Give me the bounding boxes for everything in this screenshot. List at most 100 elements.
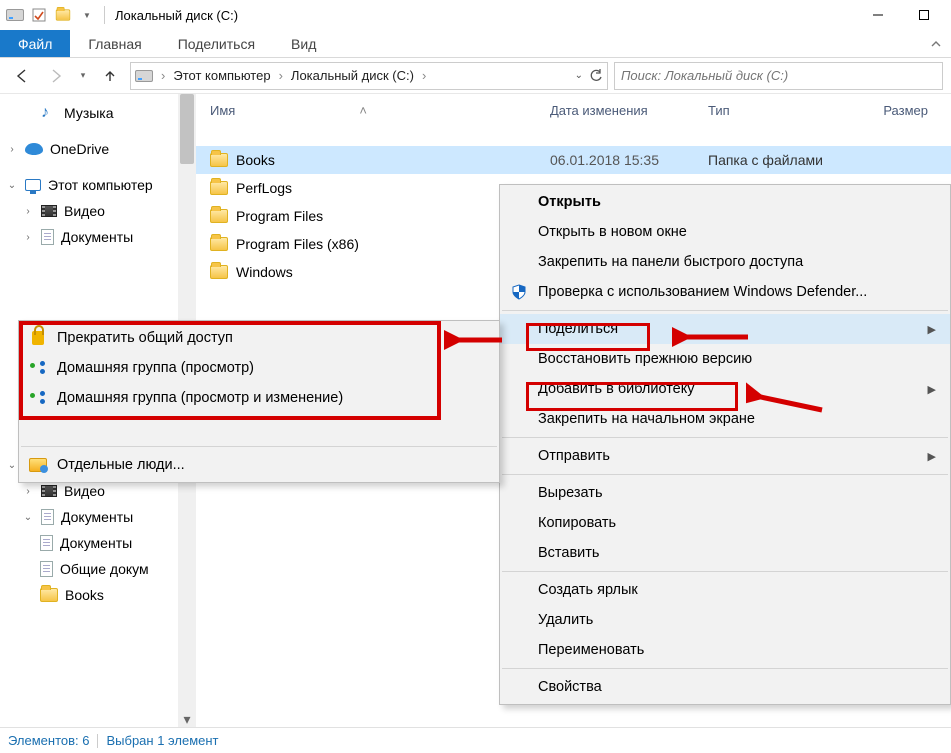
qat-properties-icon[interactable] bbox=[28, 4, 50, 26]
column-date[interactable]: Дата изменения bbox=[550, 103, 708, 118]
menu-label: Домашняя группа (просмотр) bbox=[57, 360, 254, 376]
menu-separator bbox=[21, 446, 497, 447]
qat-dropdown-icon[interactable]: ▼ bbox=[76, 4, 98, 26]
sidebar-item-documents[interactable]: ›Документы bbox=[0, 224, 178, 250]
search-input[interactable] bbox=[621, 68, 936, 83]
share-submenu: Прекратить общий доступ Домашняя группа … bbox=[18, 320, 500, 483]
search-box[interactable] bbox=[614, 62, 943, 90]
app-icon[interactable] bbox=[4, 4, 26, 26]
recent-dropdown-icon[interactable]: ▾ bbox=[76, 62, 90, 90]
tab-home[interactable]: Главная bbox=[70, 30, 159, 57]
chevron-right-icon[interactable]: › bbox=[422, 68, 426, 83]
chevron-right-icon[interactable]: › bbox=[279, 68, 283, 83]
menu-open-new-window[interactable]: Открыть в новом окне bbox=[500, 217, 950, 247]
window-title: Локальный диск (C:) bbox=[115, 8, 238, 23]
menu-cut[interactable]: Вырезать bbox=[500, 478, 950, 508]
share-icon bbox=[29, 389, 47, 407]
sidebar-label: Видео bbox=[64, 203, 105, 219]
minimize-button[interactable] bbox=[855, 0, 901, 30]
sidebar-item-this-pc[interactable]: ⌄Этот компьютер bbox=[0, 172, 178, 198]
sidebar-label: Документы bbox=[61, 509, 133, 525]
column-size[interactable]: Размер bbox=[868, 103, 928, 118]
monitor-icon bbox=[25, 179, 41, 191]
menu-label: Проверка с использованием Windows Defend… bbox=[538, 284, 867, 300]
back-button[interactable] bbox=[8, 62, 36, 90]
sidebar-item-lib-docs-sub[interactable]: Документы bbox=[0, 530, 178, 556]
tab-view[interactable]: Вид bbox=[273, 30, 334, 57]
annotation-arrow bbox=[746, 376, 824, 416]
breadcrumb-drive-c[interactable]: Локальный диск (C:) bbox=[291, 68, 414, 83]
separator bbox=[97, 734, 98, 748]
forward-button[interactable] bbox=[42, 62, 70, 90]
submenu-arrow-icon: ▶ bbox=[928, 323, 936, 336]
drive-icon bbox=[135, 70, 153, 82]
address-bar[interactable]: › Этот компьютер › Локальный диск (C:) ›… bbox=[130, 62, 608, 90]
column-type[interactable]: Тип bbox=[708, 103, 868, 118]
context-menu: Открыть Открыть в новом окне Закрепить н… bbox=[499, 184, 951, 705]
menu-separator bbox=[502, 571, 948, 572]
menu-pin-start[interactable]: Закрепить на начальном экране bbox=[500, 404, 950, 434]
sidebar-label: Музыка bbox=[64, 105, 114, 121]
tab-share[interactable]: Поделиться bbox=[160, 30, 273, 57]
menu-paste[interactable]: Вставить bbox=[500, 538, 950, 568]
quick-access-toolbar: ▼ bbox=[4, 4, 98, 26]
menu-separator bbox=[502, 668, 948, 669]
scroll-down-icon[interactable]: ▾ bbox=[178, 711, 196, 727]
menu-label: Отдельные люди... bbox=[57, 457, 185, 473]
submenu-stop-sharing[interactable]: Прекратить общий доступ bbox=[19, 323, 499, 353]
menu-label: Отправить bbox=[538, 448, 610, 464]
ribbon-expand-icon[interactable] bbox=[921, 30, 951, 57]
document-icon bbox=[41, 509, 54, 525]
menu-rename[interactable]: Переименовать bbox=[500, 635, 950, 665]
submenu-homegroup-view[interactable]: Домашняя группа (просмотр) bbox=[19, 353, 499, 383]
folder-icon bbox=[210, 265, 228, 279]
sidebar-item-lib-books[interactable]: Books bbox=[0, 582, 178, 608]
sidebar-label: Этот компьютер bbox=[48, 177, 153, 193]
separator bbox=[104, 6, 105, 24]
qat-new-folder-icon[interactable] bbox=[52, 4, 74, 26]
menu-send-to[interactable]: Отправить▶ bbox=[500, 441, 950, 471]
annotation-arrow bbox=[672, 323, 750, 351]
file-row[interactable]: Books 06.01.2018 15:35 Папка с файлами bbox=[196, 146, 951, 174]
submenu-specific-people[interactable]: Отдельные люди... bbox=[19, 450, 499, 480]
folder-icon bbox=[210, 181, 228, 195]
title-bar: ▼ Локальный диск (C:) bbox=[0, 0, 951, 30]
sidebar-item-lib-shared[interactable]: Общие докум bbox=[0, 556, 178, 582]
column-name[interactable]: Имя˄ bbox=[210, 103, 550, 118]
breadcrumb-this-pc[interactable]: Этот компьютер bbox=[173, 68, 270, 83]
menu-open[interactable]: Открыть bbox=[500, 187, 950, 217]
sidebar-item-video[interactable]: ›Видео bbox=[0, 198, 178, 224]
menu-defender-scan[interactable]: Проверка с использованием Windows Defend… bbox=[500, 277, 950, 307]
submenu-homegroup-edit[interactable]: Домашняя группа (просмотр и изменение) bbox=[19, 383, 499, 413]
maximize-button[interactable] bbox=[901, 0, 947, 30]
status-bar: Элементов: 6 Выбран 1 элемент bbox=[0, 727, 951, 753]
menu-separator bbox=[502, 437, 948, 438]
menu-delete[interactable]: Удалить bbox=[500, 605, 950, 635]
scroll-thumb[interactable] bbox=[180, 94, 194, 164]
sidebar-item-onedrive[interactable]: ›OneDrive bbox=[0, 136, 178, 162]
folder-icon bbox=[210, 153, 228, 167]
status-selected: Выбран 1 элемент bbox=[106, 733, 218, 748]
file-name: PerfLogs bbox=[236, 180, 292, 196]
shield-icon bbox=[510, 283, 528, 301]
up-button[interactable] bbox=[96, 62, 124, 90]
sidebar-label: OneDrive bbox=[50, 141, 109, 157]
menu-copy[interactable]: Копировать bbox=[500, 508, 950, 538]
sidebar-item-lib-documents[interactable]: ⌄Документы bbox=[0, 504, 178, 530]
folder-icon bbox=[40, 588, 58, 602]
file-name: Books bbox=[236, 152, 275, 168]
onedrive-icon bbox=[25, 143, 43, 155]
address-dropdown-icon[interactable]: ⌄ bbox=[575, 70, 583, 81]
menu-label: Прекратить общий доступ bbox=[57, 330, 233, 346]
folder-icon bbox=[210, 237, 228, 251]
sidebar-item-music[interactable]: ♪Музыка bbox=[0, 100, 178, 126]
chevron-right-icon[interactable]: › bbox=[161, 68, 165, 83]
menu-pin-quick-access[interactable]: Закрепить на панели быстрого доступа bbox=[500, 247, 950, 277]
menu-create-shortcut[interactable]: Создать ярлык bbox=[500, 575, 950, 605]
refresh-icon[interactable] bbox=[589, 69, 603, 83]
status-item-count: Элементов: 6 bbox=[8, 733, 89, 748]
menu-add-to-library[interactable]: Добавить в библиотеку▶ bbox=[500, 374, 950, 404]
menu-properties[interactable]: Свойства bbox=[500, 672, 950, 702]
sidebar-label: Документы bbox=[61, 229, 133, 245]
file-tab[interactable]: Файл bbox=[0, 30, 70, 57]
